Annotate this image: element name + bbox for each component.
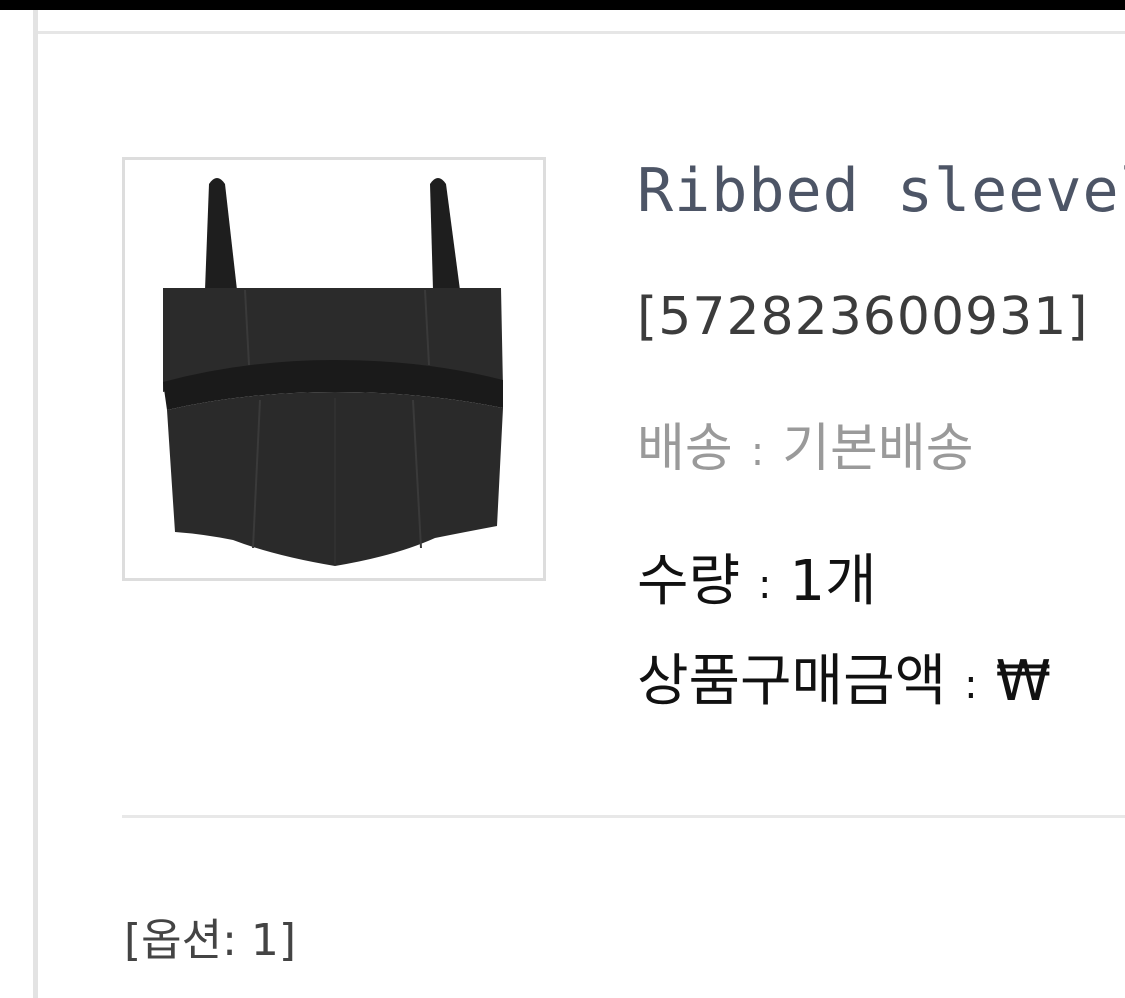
shipping-label: 배송 bbox=[637, 419, 733, 479]
top-status-bar bbox=[0, 0, 1125, 10]
quantity-value: 1개 bbox=[789, 549, 877, 614]
shipping-info: 배송: 기본배송 bbox=[637, 406, 974, 481]
amount-label: 상품구매금액 bbox=[637, 649, 947, 714]
quantity-separator: : bbox=[758, 561, 772, 608]
quantity-info: 수량:1개 bbox=[637, 536, 877, 617]
left-border bbox=[33, 10, 38, 998]
amount-value: ₩ bbox=[995, 649, 1051, 714]
option-info: [옵션: 1] bbox=[124, 915, 297, 966]
quantity-label: 수량 bbox=[637, 549, 741, 614]
shipping-separator: : bbox=[750, 429, 765, 475]
amount-separator: : bbox=[964, 661, 978, 708]
top-divider bbox=[38, 31, 1125, 34]
product-name[interactable]: Ribbed sleevel bbox=[637, 156, 1125, 226]
shipping-value: 기본배송 bbox=[782, 419, 974, 479]
product-image-icon bbox=[163, 178, 503, 566]
purchase-amount-info: 상품구매금액: ₩ bbox=[637, 636, 1051, 717]
product-code: [572823600931] bbox=[637, 287, 1089, 347]
product-thumbnail[interactable] bbox=[122, 157, 546, 581]
section-divider bbox=[122, 815, 1125, 818]
